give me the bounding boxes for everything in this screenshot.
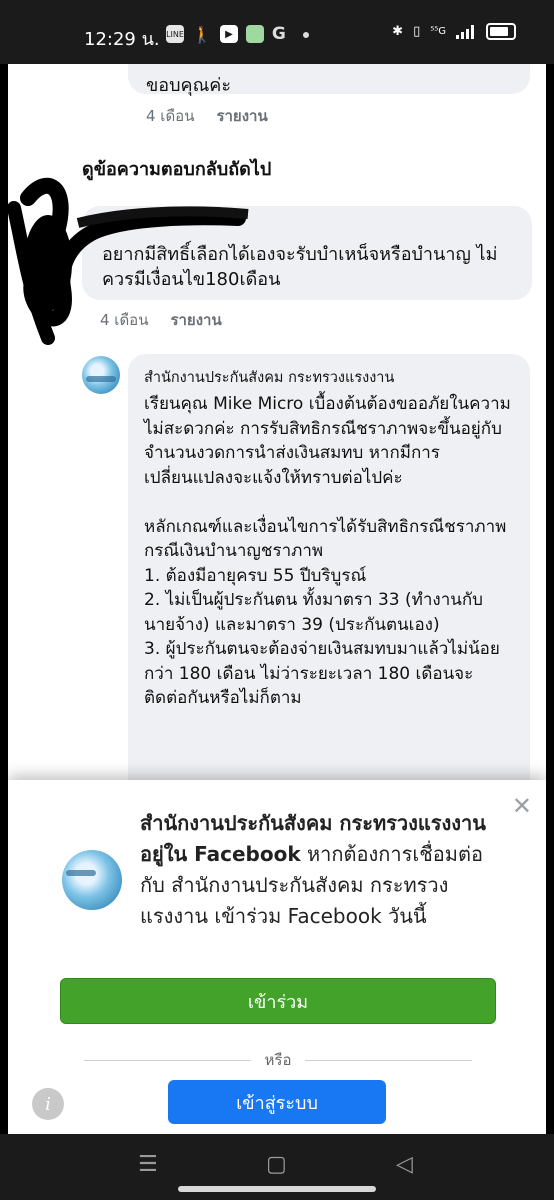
messages-icon <box>245 25 264 43</box>
user-comment-meta: 4 เดือน รายงาน <box>100 308 222 332</box>
back-icon[interactable]: ◁ <box>396 1152 413 1177</box>
network-label: ⁵⁵G <box>430 26 446 37</box>
user-comment-report-link[interactable]: รายงาน <box>170 308 221 332</box>
comment-time: 4 เดือน <box>146 107 195 125</box>
report-link[interactable]: รายงาน <box>216 104 267 128</box>
divider-line <box>84 1059 251 1061</box>
or-label: หรือ <box>264 1051 292 1069</box>
divider-line <box>305 1059 473 1061</box>
close-icon[interactable]: ✕ <box>512 794 532 818</box>
prompt-page-avatar <box>62 850 122 910</box>
status-system-icons: ✱ ▯ ⁵⁵G <box>392 23 516 40</box>
vibrate-icon: ▯ <box>413 24 421 39</box>
status-app-icons: LINE 🚶 ▶ G <box>166 24 286 44</box>
home-icon[interactable]: ▢ <box>266 1152 287 1177</box>
comment-bubble-previous: ขอบคุณค่ะ <box>128 64 530 96</box>
page-avatar[interactable] <box>82 356 120 394</box>
walking-icon: 🚶 <box>192 24 212 44</box>
bluetooth-icon: ✱ <box>392 24 404 39</box>
line-app-icon: LINE <box>166 25 184 43</box>
comment-meta: 4 เดือน รายงาน <box>146 104 268 128</box>
or-divider: หรือ <box>84 1048 473 1072</box>
status-time: 12:29 น. <box>84 29 160 50</box>
comments-page: ขอบคุณค่ะ 4 เดือน รายงาน ดูข้อความตอบกลั… <box>8 64 546 1134</box>
system-nav-bar: ☰ ▢ ◁ <box>0 1134 554 1200</box>
info-icon[interactable]: i <box>32 1088 64 1120</box>
login-button[interactable]: เข้าสู่ระบบ <box>168 1080 386 1124</box>
login-prompt-panel: ✕ สำนักงานประกันสังคม กระทรวงแรงงาน อยู่… <box>8 780 546 1134</box>
notification-dot <box>303 32 309 38</box>
login-prompt-message: สำนักงานประกันสังคม กระทรวงแรงงาน อยู่ใน… <box>140 808 490 932</box>
youtube-icon: ▶ <box>219 25 238 43</box>
recent-apps-icon[interactable]: ☰ <box>138 1152 158 1177</box>
reply-text: เรียนคุณ Mike Micro เบื้องต้นต้องขออภัยใ… <box>144 394 511 708</box>
user-comment-time: 4 เดือน <box>100 311 149 329</box>
status-bar: 12:29 น. LINE 🚶 ▶ G ✱ ▯ ⁵⁵G <box>0 0 554 64</box>
join-button[interactable]: เข้าร่วม <box>60 978 496 1024</box>
comment-text: ขอบคุณค่ะ <box>146 75 231 96</box>
reply-author[interactable]: สำนักงานประกันสังคม กระทรวงแรงงาน <box>144 366 394 389</box>
home-indicator[interactable] <box>178 1186 376 1192</box>
battery-icon <box>486 23 516 40</box>
signal-icon <box>456 24 474 39</box>
google-icon: G <box>271 24 286 44</box>
